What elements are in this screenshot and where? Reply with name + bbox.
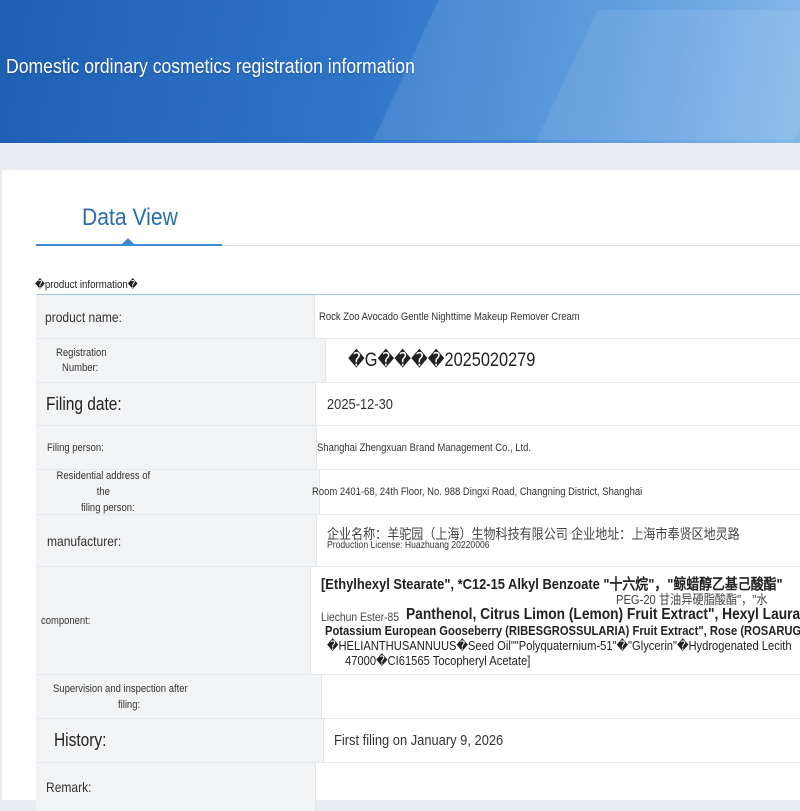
table-row: Supervision and inspection after filing: — [36, 675, 800, 719]
row-value: �G����2025020279 — [326, 339, 800, 382]
supervision-label: Supervision and inspection after — [52, 682, 188, 695]
tab-divider — [222, 245, 800, 246]
table-row: Filing person: Shanghai Zhengxuan Brand … — [36, 426, 800, 470]
table-row: Registration Number: �G����2025020279 — [36, 339, 800, 383]
residential-address-label: filing person: — [80, 502, 135, 514]
manufacturer-label: manufacturer: — [47, 532, 122, 549]
production-license-value: Production License: Huazhuang 20220006 — [327, 540, 490, 551]
product-name-value: Rock Zoo Avocado Gentle Nighttime Makeup… — [319, 310, 580, 323]
filing-date-label: Filing date: — [46, 393, 122, 414]
tab-data-view[interactable]: Data View — [82, 204, 178, 232]
tab-active-underline — [36, 244, 222, 246]
remark-label: Remark: — [46, 779, 92, 795]
page-title: Domestic ordinary cosmetics registration… — [6, 56, 415, 78]
registration-number-value: �G����2025020279 — [348, 350, 536, 371]
row-value: Shanghai Zhengxuan Brand Management Co.,… — [317, 426, 800, 469]
section-heading: �product information� — [35, 279, 138, 291]
filing-person-value: Shanghai Zhengxuan Brand Management Co.,… — [317, 441, 532, 454]
row-value: 2025-12-30 — [316, 383, 800, 425]
row-value: Rock Zoo Avocado Gentle Nighttime Makeup… — [315, 295, 800, 338]
row-label: Remark: — [36, 763, 316, 811]
row-label: Supervision and inspection after filing: — [36, 675, 322, 718]
component-label: component: — [41, 614, 91, 627]
row-label: History: — [36, 719, 324, 762]
tab-bar: Data View — [36, 196, 800, 250]
row-label: Filing person: — [36, 426, 317, 469]
info-table: product name: Rock Zoo Avocado Gentle Ni… — [36, 294, 800, 811]
residential-address-value: Room 2401-68, 24th Floor, No. 988 Dingxi… — [312, 486, 643, 498]
component-line: [Ethylhexyl Stearate", *C12-15 Alkyl Ben… — [321, 576, 783, 593]
table-row: Residential address of the filing person… — [36, 470, 800, 515]
row-value — [322, 675, 800, 718]
history-value: First filing on January 9, 2026 — [334, 732, 504, 749]
residential-address-label: Residential address of the — [56, 470, 151, 498]
table-row: product name: Rock Zoo Avocado Gentle Ni… — [36, 295, 800, 339]
row-value — [316, 763, 800, 811]
table-row: History: First filing on January 9, 2026 — [36, 719, 800, 763]
registration-number-label: Registration — [56, 346, 107, 359]
component-line: �HELIANTHUSANNUUS�Seed Oil""Polyquaterni… — [327, 638, 792, 653]
supervision-label: filing: — [118, 698, 141, 711]
table-row: component: [Ethylhexyl Stearate", *C12-1… — [36, 567, 800, 675]
component-line: 47000�CI61565 Tocopheryl Acetate] — [345, 653, 531, 668]
filing-date-value: 2025-12-30 — [327, 395, 393, 413]
row-value: 企业名称：羊驼园（上海）生物科技有限公司 企业地址：上海市奉贤区地灵路 Prod… — [317, 515, 800, 566]
row-label: manufacturer: — [36, 515, 317, 566]
row-label: Residential address of the filing person… — [36, 470, 320, 514]
component-line: Panthenol, Citrus Limon (Lemon) Fruit Ex… — [406, 606, 800, 623]
registration-number-label: Number: — [61, 361, 99, 374]
table-row: Remark: — [36, 763, 800, 811]
row-value: First filing on January 9, 2026 — [324, 719, 800, 762]
table-row: manufacturer: 企业名称：羊驼园（上海）生物科技有限公司 企业地址：… — [36, 515, 800, 567]
row-label: Registration Number: — [36, 339, 326, 382]
history-label: History: — [54, 730, 107, 750]
header-banner: Domestic ordinary cosmetics registration… — [0, 0, 800, 143]
row-value: Room 2401-68, 24th Floor, No. 988 Dingxi… — [312, 470, 800, 514]
row-value: [Ethylhexyl Stearate", *C12-15 Alkyl Ben… — [311, 567, 800, 674]
product-name-label: product name: — [45, 308, 122, 325]
row-label: Filing date: — [36, 383, 316, 425]
filing-person-label: Filing person: — [47, 441, 104, 454]
component-line: Potassium European Gooseberry (RIBESGROS… — [325, 623, 800, 638]
row-label: product name: — [36, 295, 315, 338]
row-label: component: — [36, 567, 311, 674]
table-row: Filing date: 2025-12-30 — [36, 383, 800, 426]
